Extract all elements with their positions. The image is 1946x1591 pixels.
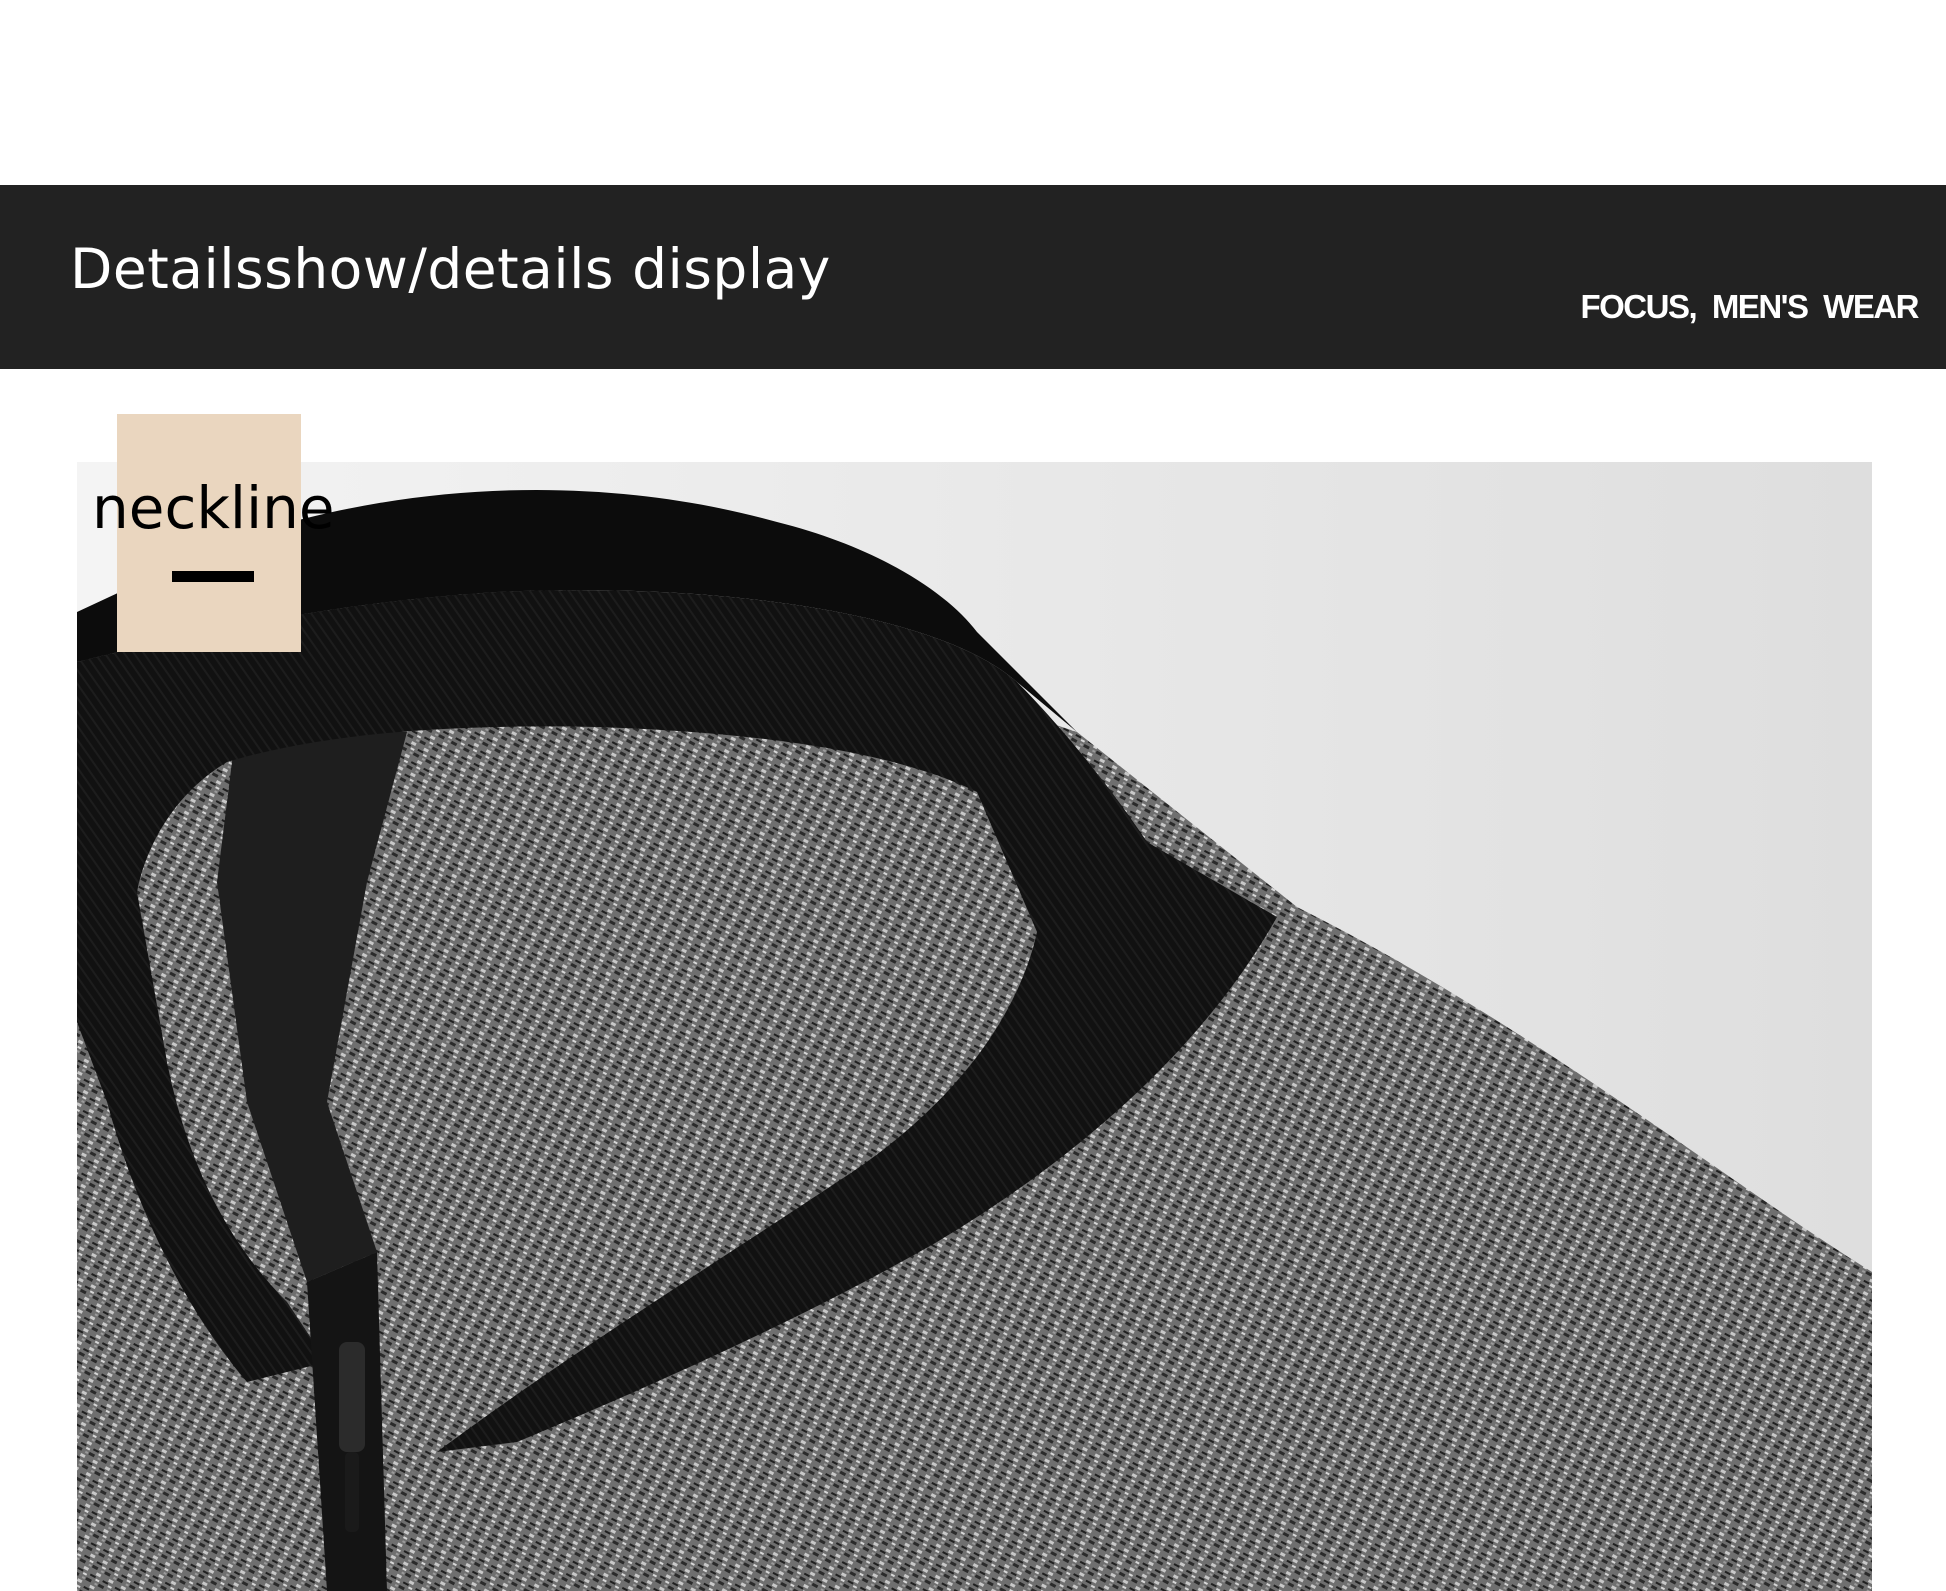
banner-tagline: FOCUS, MEN'S WEAR: [1580, 288, 1919, 325]
banner-title: Detailsshow/details display: [70, 237, 831, 301]
section-label-underline: [172, 571, 254, 582]
product-detail-photo: [77, 462, 1872, 1591]
header-banner: Detailsshow/details display FOCUS, MEN'S…: [0, 185, 1946, 369]
jacket-collar-image: [77, 462, 1872, 1591]
section-label: neckline: [92, 474, 335, 542]
